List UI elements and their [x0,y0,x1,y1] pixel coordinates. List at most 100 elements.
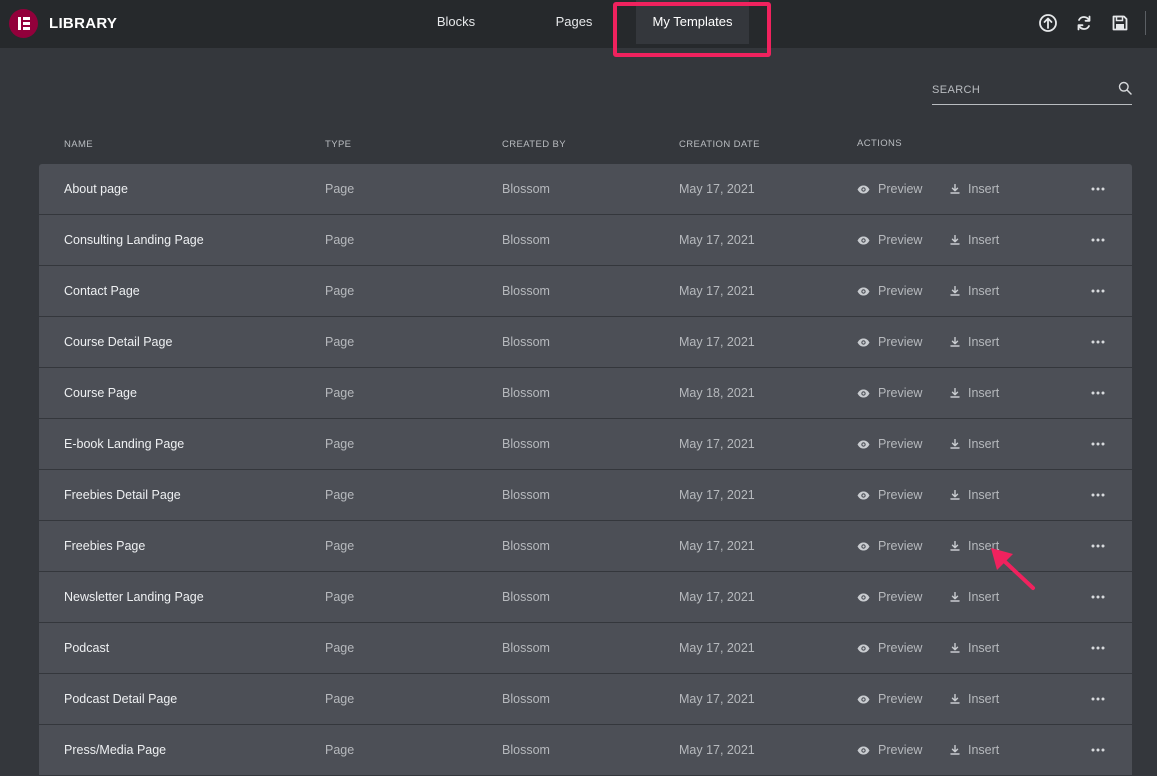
insert-button[interactable]: Insert [950,317,999,367]
template-name: Freebies Page [64,539,146,553]
search-input[interactable] [932,80,1102,100]
preview-button[interactable]: Preview [857,215,922,265]
insert-button[interactable]: Insert [950,674,999,724]
more-options-button[interactable] [1091,470,1105,520]
template-name: Freebies Detail Page [64,488,181,502]
table-row[interactable]: Press/Media Page Page Blossom May 17, 20… [39,725,1132,776]
table-row[interactable]: Podcast Detail Page Page Blossom May 17,… [39,674,1132,725]
table-row[interactable]: Newsletter Landing Page Page Blossom May… [39,572,1132,623]
download-icon [950,745,960,755]
column-header-type: TYPE [325,139,352,150]
column-header-actions: ACTIONS [857,138,903,149]
insert-label: Insert [968,386,1000,400]
more-options-button[interactable] [1091,419,1105,469]
insert-label: Insert [968,284,1000,298]
table-row[interactable]: Course Page Page Blossom May 18, 2021 Pr… [39,368,1132,419]
upload-icon[interactable] [1038,13,1058,33]
preview-button[interactable]: Preview [857,674,922,724]
preview-button[interactable]: Preview [857,317,922,367]
more-options-button[interactable] [1091,725,1105,775]
tab-pages[interactable]: Pages [543,0,605,44]
preview-label: Preview [878,335,923,349]
template-date: May 17, 2021 [679,335,755,349]
template-author: Blossom [502,743,550,757]
insert-button[interactable]: Insert [950,215,999,265]
more-options-button[interactable] [1091,164,1105,214]
insert-label: Insert [968,335,1000,349]
more-options-button[interactable] [1091,623,1105,673]
table-row[interactable]: About page Page Blossom May 17, 2021 Pre… [39,164,1132,215]
sync-icon[interactable] [1074,13,1094,33]
insert-button[interactable]: Insert [950,623,999,673]
search-icon[interactable] [1118,81,1132,95]
template-name: Press/Media Page [64,743,167,757]
eye-icon [857,695,870,703]
template-type: Page [325,590,355,604]
insert-button[interactable]: Insert [950,164,999,214]
more-dots-icon [1091,238,1105,242]
insert-button[interactable]: Insert [950,266,999,316]
column-header-created-by: CREATED BY [502,139,567,150]
eye-icon [857,389,870,397]
template-date: May 17, 2021 [679,182,755,196]
insert-button[interactable]: Insert [950,419,999,469]
table-row[interactable]: Consulting Landing Page Page Blossom May… [39,215,1132,266]
template-type: Page [325,386,355,400]
template-date: May 17, 2021 [679,284,755,298]
insert-button[interactable]: Insert [950,725,999,775]
template-type: Page [325,692,355,706]
preview-label: Preview [878,692,923,706]
preview-button[interactable]: Preview [857,572,922,622]
more-options-button[interactable] [1091,266,1105,316]
eye-icon [857,287,870,295]
template-type: Page [325,488,355,502]
preview-button[interactable]: Preview [857,266,922,316]
template-date: May 17, 2021 [679,743,755,757]
table-row[interactable]: Freebies Detail Page Page Blossom May 17… [39,470,1132,521]
template-date: May 17, 2021 [679,539,755,553]
template-type: Page [325,437,355,451]
eye-icon [857,185,870,193]
tab-highlight-annotation [613,2,771,57]
eye-icon [857,746,870,754]
insert-button[interactable]: Insert [950,368,999,418]
more-options-button[interactable] [1091,521,1105,571]
table-row[interactable]: Course Detail Page Page Blossom May 17, … [39,317,1132,368]
eye-icon [857,236,870,244]
more-options-button[interactable] [1091,674,1105,724]
insert-button[interactable]: Insert [950,470,999,520]
tab-blocks[interactable]: Blocks [425,0,487,44]
more-options-button[interactable] [1091,368,1105,418]
download-icon [950,337,960,347]
preview-button[interactable]: Preview [857,368,922,418]
preview-label: Preview [878,386,923,400]
template-name: About page [64,182,128,196]
more-dots-icon [1091,391,1105,395]
table-row[interactable]: Freebies Page Page Blossom May 17, 2021 … [39,521,1132,572]
table-row[interactable]: Podcast Page Blossom May 17, 2021 Previe… [39,623,1132,674]
template-author: Blossom [502,233,550,247]
more-dots-icon [1091,544,1105,548]
template-type: Page [325,539,355,553]
template-date: May 18, 2021 [679,386,755,400]
more-options-button[interactable] [1091,572,1105,622]
preview-button[interactable]: Preview [857,623,922,673]
more-dots-icon [1091,646,1105,650]
column-header-name: NAME [64,139,94,150]
preview-button[interactable]: Preview [857,419,922,469]
download-icon [950,184,960,194]
table-row[interactable]: Contact Page Page Blossom May 17, 2021 P… [39,266,1132,317]
save-icon[interactable] [1110,13,1130,33]
preview-button[interactable]: Preview [857,725,922,775]
eye-icon [857,440,870,448]
template-author: Blossom [502,182,550,196]
more-options-button[interactable] [1091,317,1105,367]
preview-button[interactable]: Preview [857,521,922,571]
more-options-button[interactable] [1091,215,1105,265]
more-dots-icon [1091,748,1105,752]
preview-button[interactable]: Preview [857,164,922,214]
template-name: E-book Landing Page [64,437,185,451]
more-dots-icon [1091,697,1105,701]
preview-button[interactable]: Preview [857,470,922,520]
table-row[interactable]: E-book Landing Page Page Blossom May 17,… [39,419,1132,470]
